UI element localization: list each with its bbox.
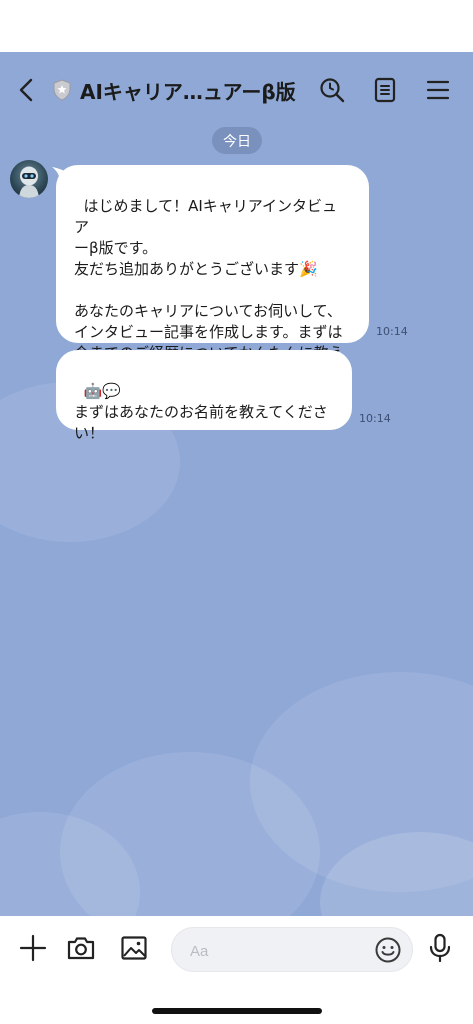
- message-input-field[interactable]: [188, 938, 372, 964]
- date-divider: 今日: [212, 127, 262, 154]
- back-icon[interactable]: [12, 75, 42, 105]
- home-indicator: [152, 1008, 322, 1014]
- camera-icon[interactable]: [63, 930, 99, 966]
- image-icon[interactable]: [116, 930, 152, 966]
- emoji-icon[interactable]: [374, 936, 402, 964]
- chat-title-text: AIキャリア…ュアーβ版: [80, 79, 296, 104]
- message-bubble[interactable]: 🤖💬 まずはあなたのお名前を教えてくださ い！: [56, 350, 352, 442]
- message-input[interactable]: [171, 927, 413, 972]
- shield-icon: [52, 79, 72, 101]
- notes-icon[interactable]: [370, 75, 400, 105]
- status-bar: [0, 0, 473, 52]
- menu-icon[interactable]: [423, 75, 453, 105]
- chat-title[interactable]: AIキャリア…ュアーβ版: [52, 75, 302, 105]
- microphone-icon[interactable]: [422, 930, 458, 966]
- message-bubble[interactable]: はじめまして！AIキャリアインタビュア ーβ版です。 友だち追加ありがとうござい…: [56, 165, 369, 383]
- plus-icon[interactable]: [15, 930, 51, 966]
- message-time: 10:14: [359, 412, 391, 425]
- message-time: 10:14: [376, 325, 408, 338]
- search-icon[interactable]: [317, 75, 347, 105]
- bot-avatar[interactable]: [10, 160, 48, 198]
